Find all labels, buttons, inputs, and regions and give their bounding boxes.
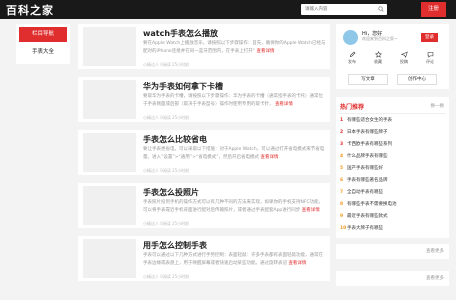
article-card[interactable]: 手表怎么投照片 手表照片投到手机的操作方式可以有几种不同的方法来实现，如果你的手… — [78, 183, 330, 228]
creator-center-button[interactable]: 创作中心 — [397, 74, 437, 85]
action-label: 发布 — [348, 59, 356, 64]
article-title[interactable]: 华为手表如何拿下卡槽 — [143, 81, 223, 92]
hot-item[interactable]: 2 日本手表有哪些牌子 — [340, 129, 388, 135]
action-label: 评论 — [426, 59, 434, 64]
hot-recommend-panel: 热门推荐 换一换 1 有哪些适合女生的手表 2 日本手表有哪些牌子 3 卡西欧手表有哪… — [336, 97, 449, 238]
article-summary: 要在Apple Watch上播放音乐，请按照以下步骤操作：首先，确保你的Appl… — [143, 41, 326, 54]
article-thumbnail[interactable] — [83, 186, 136, 225]
submit-action[interactable]: 投稿 — [394, 51, 414, 65]
edit-icon — [349, 51, 355, 58]
more-box: 查看更多 — [336, 271, 449, 286]
divider — [339, 113, 446, 114]
view-more-link[interactable]: 查看更多 — [426, 248, 444, 254]
article-meta: 小精达人 0阅读 25小时前 — [143, 221, 190, 226]
hot-item[interactable]: 5 国产手表有哪些好 — [340, 165, 383, 171]
hot-item[interactable]: 4 什么品牌手表有哪些 — [340, 153, 388, 159]
search-icon[interactable] — [378, 6, 384, 12]
article-meta: 小精达人 0阅读 25小时前 — [143, 274, 190, 279]
hot-item[interactable]: 9 最近手表有哪些款式 — [340, 213, 388, 219]
top-header: 百科之家 注册 — [0, 0, 456, 19]
article-card[interactable]: 用手怎么控制手表 手表可以通过以下几种方式进行手势控制：表面轻敲：许多手表都有表… — [78, 236, 330, 281]
publish-action[interactable]: 发布 — [342, 51, 362, 65]
article-card[interactable]: 华为手表如何拿下卡槽 要取华为手表的卡槽，请按照以下步骤操作：华为手表的卡槽（通… — [78, 77, 330, 122]
hot-title: 热门推荐 — [340, 104, 365, 111]
star-icon — [374, 51, 382, 58]
hot-item[interactable]: 3 卡西欧手表有哪些系列 — [340, 141, 392, 147]
article-title[interactable]: 用手怎么控制手表 — [143, 240, 207, 251]
article-title[interactable]: watch手表怎么播放 — [143, 28, 218, 39]
more-box: 查看更多 — [336, 244, 449, 259]
hot-item[interactable]: 10手表大牌子有哪些 — [340, 225, 383, 231]
hot-item[interactable]: 6 手表有哪些著名品牌 — [340, 177, 388, 183]
write-article-button[interactable]: 写文章 — [348, 74, 388, 85]
article-card[interactable]: 手表怎么比较省电 要让手表更省电，可以采取以下措施：对于Apple Watch，… — [78, 130, 330, 175]
article-summary: 要让手表更省电，可以采取以下措施：对于Apple Watch，可以通过打开省电模… — [143, 147, 325, 160]
user-profile-card: Hi，您好 欢迎来到百科之家~ 登录 发布 收藏 投稿 评论 写文章 创作中心 — [336, 24, 449, 89]
view-details-link[interactable]: 查看详情 — [275, 102, 293, 107]
register-button[interactable]: 注册 — [421, 2, 446, 17]
article-summary: 手表可以通过以下几种方式进行手势控制：表面轻敲：许多手表都有表面轻敲功能，通常在… — [143, 253, 323, 266]
article-thumbnail[interactable] — [83, 27, 136, 66]
article-card[interactable]: watch手表怎么播放 要在Apple Watch上播放音乐，请按照以下步骤操作… — [78, 24, 330, 69]
view-more-link[interactable]: 查看更多 — [426, 275, 444, 281]
nav-item-column[interactable]: 栏目导航 — [19, 27, 67, 42]
view-details-link[interactable]: 查看详情 — [288, 261, 306, 266]
article-thumbnail[interactable] — [83, 80, 136, 119]
article-thumbnail[interactable] — [83, 133, 136, 172]
action-label: 投稿 — [400, 59, 408, 64]
left-nav: 栏目导航 手表大全 — [16, 24, 70, 64]
hot-item[interactable]: 1 有哪些适合女生的手表 — [340, 117, 392, 123]
favorite-action[interactable]: 收藏 — [368, 51, 388, 65]
hot-item[interactable]: 7 全自动手表有哪些 — [340, 189, 383, 195]
article-meta: 小精达人 0阅读 25小时前 — [143, 115, 190, 120]
article-title[interactable]: 手表怎么投照片 — [143, 187, 199, 198]
view-details-link[interactable]: 查看详情 — [260, 155, 278, 160]
search-box[interactable] — [301, 4, 387, 15]
comment-action[interactable]: 评论 — [420, 51, 440, 65]
hot-item[interactable]: 8 有哪些手表不需要换电池 — [340, 201, 397, 207]
article-thumbnail[interactable] — [83, 239, 136, 278]
login-button[interactable]: 登录 — [421, 33, 438, 42]
article-summary: 要取华为手表的卡槽，请按照以下步骤操作：华为手表的卡槽（通常指手表的卡托）通常位… — [143, 94, 323, 107]
avatar[interactable] — [343, 30, 358, 45]
action-label: 收藏 — [374, 59, 382, 64]
site-logo[interactable]: 百科之家 — [6, 2, 54, 18]
view-details-link[interactable]: 查看详情 — [256, 49, 274, 54]
article-meta: 小精达人 0阅读 25小时前 — [143, 62, 190, 67]
send-icon — [400, 51, 408, 58]
refresh-link[interactable]: 换一换 — [431, 103, 445, 109]
welcome-text: 欢迎来到百科之家~ — [362, 36, 398, 41]
search-input[interactable] — [301, 4, 375, 15]
nav-item-watches[interactable]: 手表大全 — [19, 45, 67, 60]
comment-icon — [427, 52, 433, 58]
article-title[interactable]: 手表怎么比较省电 — [143, 134, 207, 145]
article-summary: 手表照片投到手机的操作方式可以有几种不同的方法来实现，如果你的手机支持NFC功能… — [143, 200, 324, 213]
view-details-link[interactable]: 查看详情 — [302, 208, 320, 213]
article-meta: 小精达人 0阅读 25小时前 — [143, 168, 190, 173]
